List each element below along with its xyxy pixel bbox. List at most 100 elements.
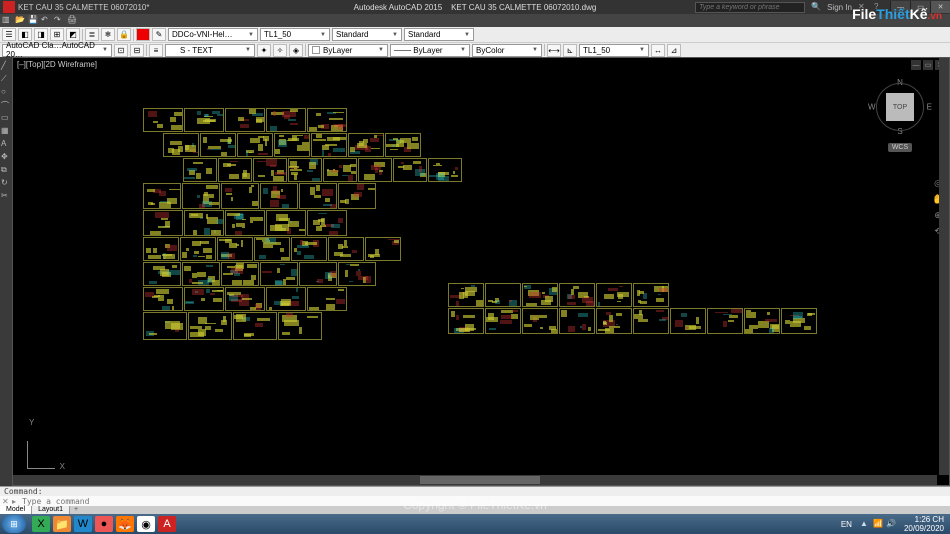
dim-icon[interactable]: ↔: [651, 44, 665, 57]
vp-minimize-icon[interactable]: —: [911, 60, 921, 70]
drawing-sheet: [188, 312, 232, 340]
tool-icon[interactable]: ✦: [257, 44, 271, 57]
maximize-button[interactable]: ▭: [910, 1, 930, 13]
linetype-dropdown[interactable]: ─── ByLayer▼: [390, 44, 470, 57]
drawing-sheet: [266, 108, 306, 132]
wcs-badge[interactable]: WCS: [888, 143, 912, 152]
drawing-canvas[interactable]: [–][Top][2D Wireframe] — ▭ ✕ N W TOP E S…: [12, 57, 950, 486]
layer-icon[interactable]: ❄: [101, 28, 115, 41]
taskbar-firefox-icon[interactable]: 🦊: [116, 516, 134, 532]
signin-link[interactable]: Sign In: [827, 3, 852, 12]
color-dropdown[interactable]: ByLayer▼: [308, 44, 388, 57]
drawing-sheet: [559, 308, 595, 334]
layout1-tab[interactable]: Layout1: [32, 506, 70, 514]
language-indicator[interactable]: EN: [841, 520, 852, 529]
qat-plot-icon[interactable]: 🖨: [67, 15, 78, 26]
tray-volume-icon[interactable]: 🔊: [886, 519, 896, 529]
drawing-sheet: [299, 262, 337, 286]
system-clock[interactable]: 1:26 CH 20/09/2020: [904, 515, 944, 533]
rect-tool-icon[interactable]: ▭: [1, 113, 11, 123]
textstyle-dropdown[interactable]: DDCo-VNI-Hel…▼: [168, 28, 258, 41]
drawing-sheet: [291, 237, 327, 261]
drawing-sheet: [218, 158, 252, 182]
drawing-sheet: [670, 308, 706, 334]
qat-open-icon[interactable]: 📂: [15, 15, 26, 26]
dimstyle2-dropdown[interactable]: TL1_50▼: [579, 44, 649, 57]
dim-icon[interactable]: ⊿: [667, 44, 681, 57]
dim-icon[interactable]: ⊾: [563, 44, 577, 57]
command-input[interactable]: [22, 497, 222, 506]
help-icon[interactable]: ?: [874, 2, 884, 12]
taskbar-excel-icon[interactable]: X: [32, 516, 50, 532]
tool-icon[interactable]: ⊡: [114, 44, 128, 57]
drawing-sheet: [225, 210, 265, 236]
move-tool-icon[interactable]: ✥: [1, 152, 11, 162]
search-icon[interactable]: 🔍: [811, 2, 821, 12]
drawing-sheet: [253, 158, 287, 182]
color-swatch[interactable]: [136, 28, 150, 41]
tool-icon[interactable]: ⊟: [130, 44, 144, 57]
copy-tool-icon[interactable]: ⧉: [1, 165, 11, 175]
tool-icon[interactable]: ◩: [66, 28, 80, 41]
app-icon[interactable]: [3, 1, 15, 13]
qat-redo-icon[interactable]: ↷: [54, 15, 65, 26]
drawing-sheet: [307, 210, 347, 236]
drawing-sheet: [522, 283, 558, 307]
trim-tool-icon[interactable]: ✂: [1, 191, 11, 201]
horizontal-scrollbar[interactable]: [13, 475, 937, 485]
ucs-icon[interactable]: Y X: [27, 418, 55, 469]
vp-maximize-icon[interactable]: ▭: [923, 60, 933, 70]
match-icon[interactable]: ✎: [152, 28, 166, 41]
viewcube[interactable]: N W TOP E S WCS: [865, 78, 935, 154]
line-tool-icon[interactable]: ╱: [1, 61, 11, 71]
tool-icon[interactable]: ◧: [18, 28, 32, 41]
qat-undo-icon[interactable]: ↶: [41, 15, 52, 26]
rotate-tool-icon[interactable]: ↻: [1, 178, 11, 188]
circle-tool-icon[interactable]: ○: [1, 87, 11, 97]
tool-icon[interactable]: ◨: [34, 28, 48, 41]
drawing-sheet: [299, 183, 337, 209]
tool-icon[interactable]: ☰: [2, 28, 16, 41]
layer-icon[interactable]: ≣: [85, 28, 99, 41]
drawing-sheet: [633, 283, 669, 307]
document-tab[interactable]: KET CAU 35 CALMETTE 06072010*: [18, 3, 149, 12]
text-tool-icon[interactable]: A: [1, 139, 11, 149]
command-history: Command:: [0, 487, 950, 496]
layer-icon[interactable]: 🔒: [117, 28, 131, 41]
lineweight-dropdown[interactable]: ByColor▼: [472, 44, 542, 57]
help-search-input[interactable]: [695, 2, 805, 13]
cmd-close-icon[interactable]: ✕: [2, 497, 12, 506]
left-tool-palette: ╱ ⟋ ○ ⌒ ▭ ▦ A ✥ ⧉ ↻ ✂: [0, 57, 12, 486]
layer-props-icon[interactable]: ≡: [149, 44, 163, 57]
viewport-label[interactable]: [–][Top][2D Wireframe]: [17, 60, 97, 69]
arc-tool-icon[interactable]: ⌒: [1, 100, 11, 110]
mlstyle-dropdown[interactable]: Standard▼: [404, 28, 474, 41]
tablestyle-dropdown[interactable]: Standard▼: [332, 28, 402, 41]
add-layout-button[interactable]: +: [70, 506, 82, 514]
close-button[interactable]: ✕: [930, 1, 950, 13]
start-button[interactable]: ⊞: [2, 515, 26, 533]
qat-new-icon[interactable]: ▥: [2, 15, 13, 26]
tool-icon[interactable]: ◈: [289, 44, 303, 57]
qat-save-icon[interactable]: 💾: [28, 15, 39, 26]
minimize-button[interactable]: —: [890, 1, 910, 13]
dimstyle-dropdown[interactable]: TL1_50▼: [260, 28, 330, 41]
polyline-tool-icon[interactable]: ⟋: [1, 74, 11, 84]
layer-dropdown[interactable]: S - TEXT▼: [165, 44, 255, 57]
model-tab[interactable]: Model: [0, 506, 32, 514]
taskbar-explorer-icon[interactable]: 📁: [53, 516, 71, 532]
exchange-icon[interactable]: ✕: [858, 2, 868, 12]
tool-icon[interactable]: ⊞: [50, 28, 64, 41]
taskbar-autocad-icon[interactable]: A: [158, 516, 176, 532]
tool-icon[interactable]: ✧: [273, 44, 287, 57]
tray-flag-icon[interactable]: ▲: [860, 519, 870, 529]
vertical-scrollbar[interactable]: [939, 58, 949, 475]
hatch-tool-icon[interactable]: ▦: [1, 126, 11, 136]
drawing-sheet: [274, 133, 310, 157]
dim-icon[interactable]: ⟷: [547, 44, 561, 57]
taskbar-word-icon[interactable]: W: [74, 516, 92, 532]
taskbar-app-icon[interactable]: ●: [95, 516, 113, 532]
workspace-dropdown[interactable]: AutoCAD Cla…AutoCAD 20…▼: [2, 44, 112, 57]
tray-network-icon[interactable]: 📶: [873, 519, 883, 529]
taskbar-chrome-icon[interactable]: ◉: [137, 516, 155, 532]
